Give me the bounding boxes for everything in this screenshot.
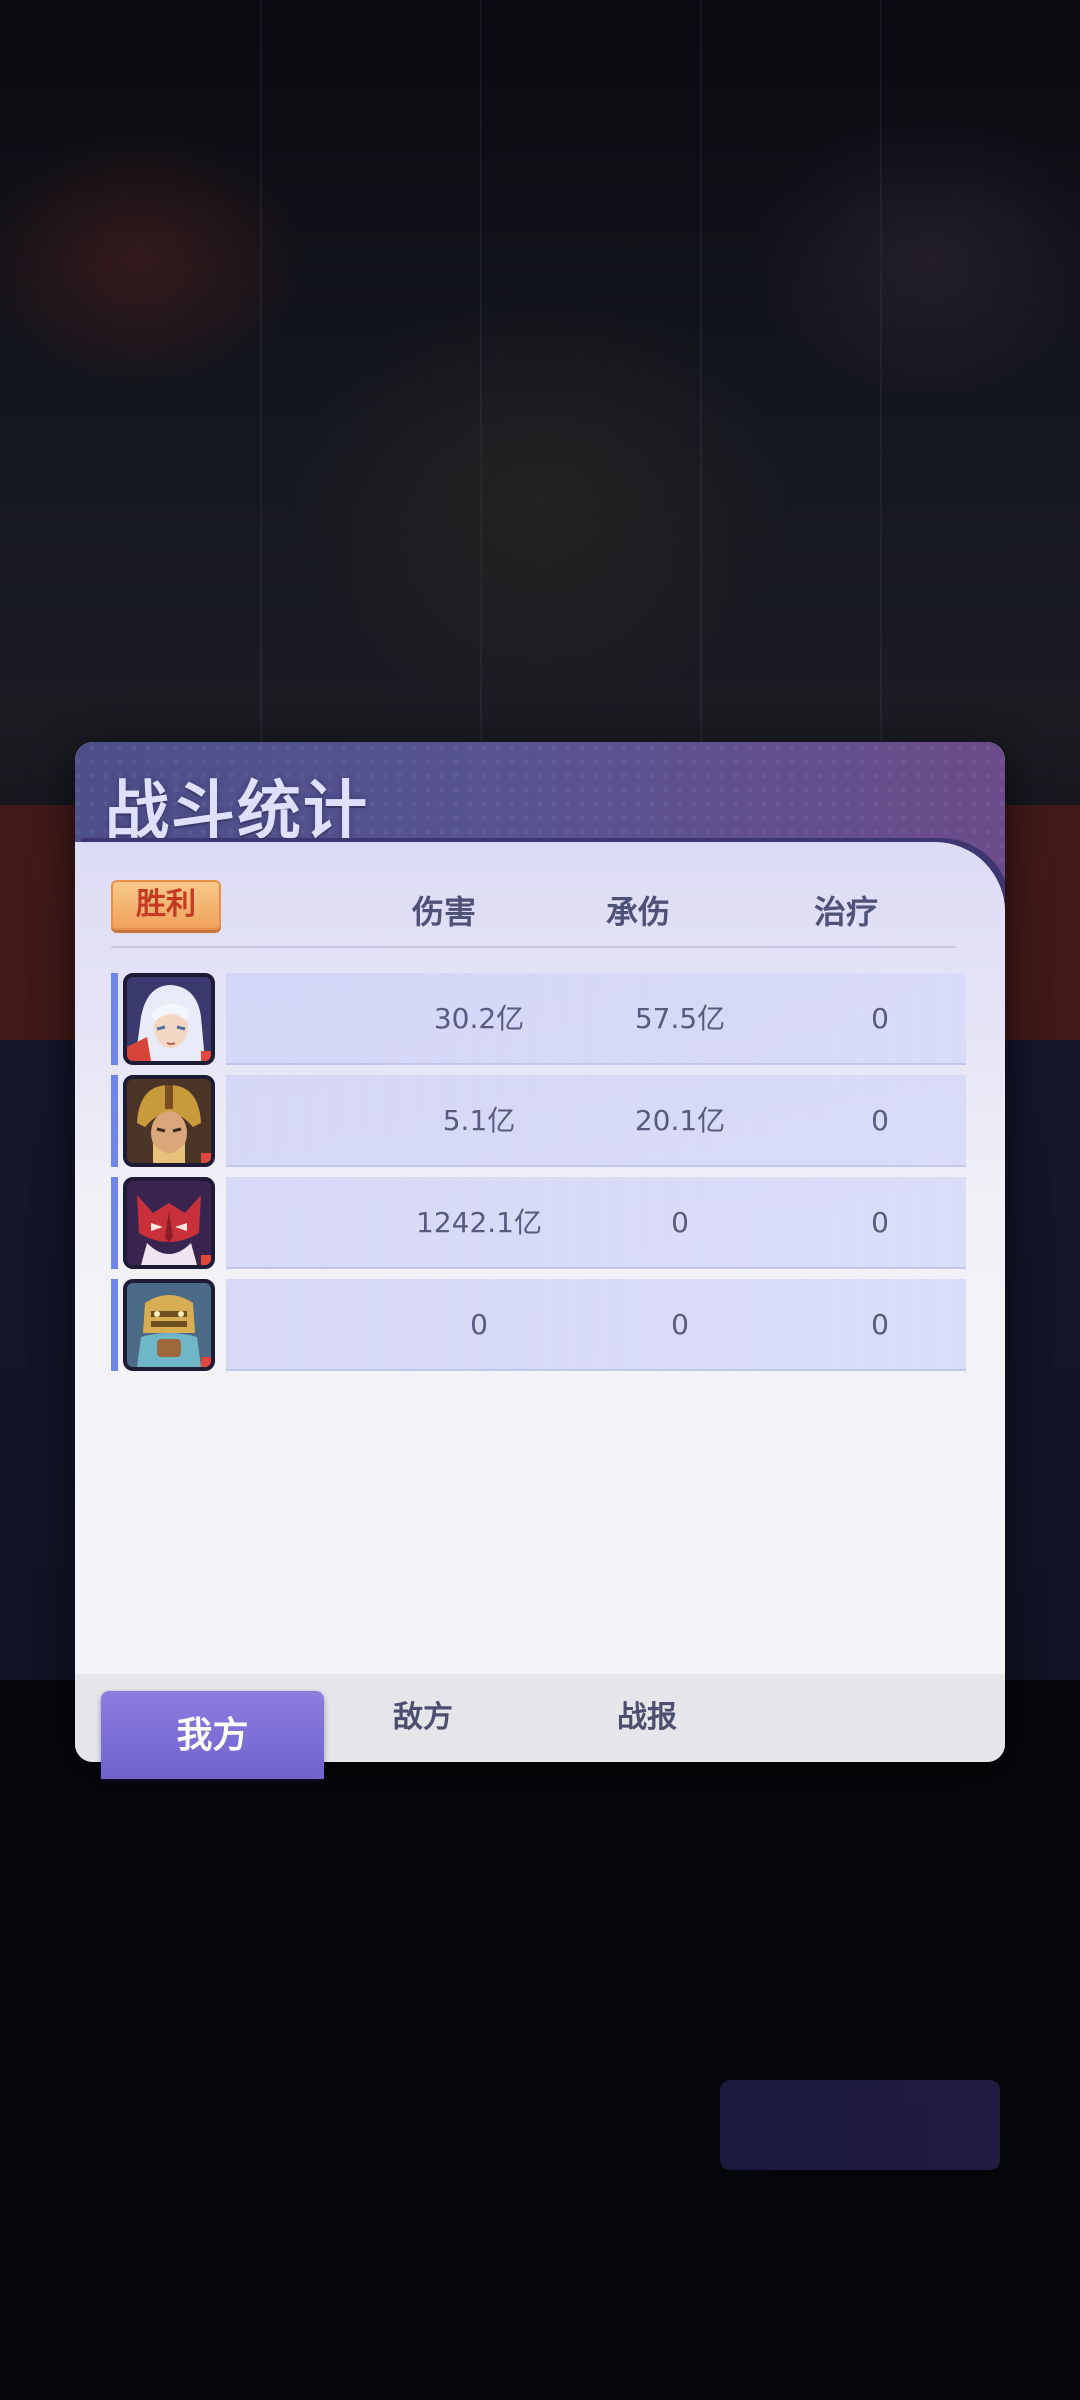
panel-title: 战斗统计 — [105, 774, 369, 849]
header-divider — [111, 946, 956, 948]
background-decoration — [260, 0, 262, 760]
golden-golem-hero-icon[interactable] — [123, 1279, 215, 1371]
taken-column-header: 承伤 — [605, 893, 670, 931]
background-dimmed-button — [720, 2080, 1000, 2170]
damage-value: 5.1亿 — [442, 1104, 516, 1137]
row-accent — [111, 1279, 118, 1371]
white-haired-hero-icon[interactable] — [123, 973, 215, 1065]
row-accent — [111, 1177, 118, 1269]
taken-value: 0 — [671, 1206, 689, 1239]
heal-value: 0 — [871, 1206, 889, 1239]
golden-helm-hero-icon[interactable] — [123, 1075, 215, 1167]
taken-value: 0 — [671, 1308, 689, 1341]
avatar-corner-mark — [201, 1255, 211, 1265]
damage-value: 30.2亿 — [433, 1002, 525, 1035]
table-row: 0 0 0 — [111, 1279, 966, 1371]
heal-column-header: 治疗 — [813, 893, 878, 931]
taken-value: 20.1亿 — [634, 1104, 726, 1137]
table-row: 5.1亿 20.1亿 0 — [111, 1075, 966, 1167]
background-decoration — [880, 0, 882, 760]
background-decoration — [480, 0, 482, 760]
damage-column-header: 伤害 — [411, 893, 476, 931]
stats-content: 胜利 伤害 承伤 治疗 30.2亿 57.5亿 0 5.1亿 20.1亿 0 1… — [75, 842, 1005, 1762]
avatar-corner-mark — [201, 1051, 211, 1061]
table-row: 1242.1亿 0 0 — [111, 1177, 966, 1269]
heal-value: 0 — [871, 1104, 889, 1137]
battle-stats-panel: 战斗统计 胜利 伤害 承伤 治疗 30.2亿 57.5亿 0 5.1亿 20.1… — [75, 742, 1005, 1762]
row-accent — [111, 973, 118, 1065]
row-accent — [111, 1075, 118, 1167]
damage-value: 1242.1亿 — [416, 1206, 542, 1239]
background-decoration — [700, 0, 702, 760]
damage-value: 0 — [470, 1308, 488, 1341]
heal-value: 0 — [871, 1002, 889, 1035]
tab-our-side[interactable]: 我方 — [101, 1691, 324, 1779]
tab-enemy[interactable]: 敌方 — [333, 1674, 513, 1762]
victory-badge: 胜利 — [111, 880, 221, 930]
table-row: 30.2亿 57.5亿 0 — [111, 973, 966, 1065]
taken-value: 57.5亿 — [634, 1002, 726, 1035]
avatar-corner-mark — [201, 1153, 211, 1163]
tab-battle-report[interactable]: 战报 — [557, 1674, 737, 1762]
heal-value: 0 — [871, 1308, 889, 1341]
red-mask-hero-icon[interactable] — [123, 1177, 215, 1269]
avatar-corner-mark — [201, 1357, 211, 1367]
